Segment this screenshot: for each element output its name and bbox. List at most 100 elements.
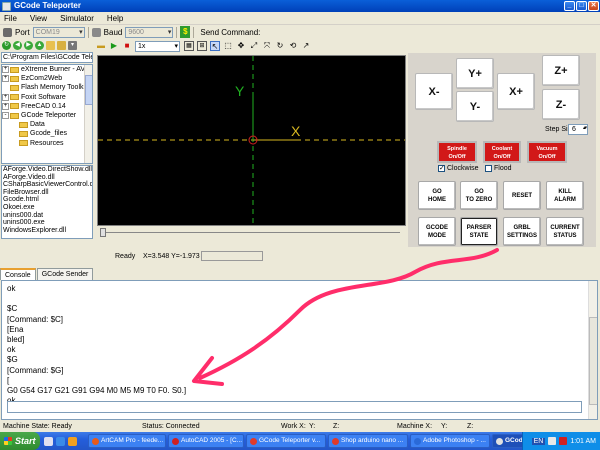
file-list-item[interactable]: FileBrowser.dll bbox=[2, 189, 92, 197]
zoom-extents-icon[interactable]: ⟲ bbox=[288, 41, 298, 51]
jog-y-plus-button[interactable]: Y+ bbox=[456, 58, 494, 89]
checkbox-empty-icon[interactable] bbox=[485, 165, 492, 172]
path-field[interactable]: C:\Program Files\GCode Tele bbox=[1, 52, 93, 63]
slider-knob[interactable] bbox=[100, 228, 106, 237]
tab-console[interactable]: Console bbox=[0, 268, 36, 280]
kill-alarm-button[interactable]: KILL ALARM bbox=[546, 181, 584, 210]
tab-gcode-sender[interactable]: GCode Sender bbox=[36, 268, 94, 280]
media-icon[interactable] bbox=[68, 436, 77, 446]
current-status-button[interactable]: CURRENT STATUS bbox=[546, 217, 584, 246]
expand-icon[interactable]: + bbox=[2, 66, 9, 74]
taskbar-app-button[interactable]: GCode Teleporter v... bbox=[246, 434, 326, 448]
jog-z-minus-button[interactable]: Z- bbox=[542, 89, 580, 120]
tree-item[interactable]: + Foxit Software bbox=[2, 93, 92, 102]
close-button[interactable]: ✕ bbox=[588, 1, 599, 11]
pan-icon[interactable]: ✥ bbox=[236, 41, 246, 51]
plug-icon[interactable] bbox=[3, 27, 12, 37]
tree-item[interactable]: Flash Memory Toolkit bbox=[2, 83, 92, 92]
tree-item[interactable]: Data bbox=[2, 120, 92, 129]
expand-icon[interactable] bbox=[11, 139, 18, 147]
file-list-item[interactable]: Okoei.exe bbox=[2, 204, 92, 212]
file-list-item[interactable]: WindowsExplorer.dll bbox=[2, 227, 92, 235]
tray-network-icon[interactable] bbox=[548, 437, 557, 445]
menu-simulator[interactable]: Simulator bbox=[60, 14, 94, 23]
play-icon[interactable]: ▶ bbox=[109, 41, 119, 51]
step-size-input[interactable]: 6 bbox=[568, 124, 588, 135]
console-scroll-thumb[interactable] bbox=[589, 317, 597, 405]
menu-view[interactable]: View bbox=[30, 14, 47, 23]
clockwise-checkbox[interactable]: ✓ Clockwise bbox=[438, 165, 479, 172]
tree-item[interactable]: - GCode Teleporter bbox=[2, 111, 92, 120]
rotate-icon[interactable]: ↻ bbox=[275, 41, 285, 51]
jog-y-minus-button[interactable]: Y- bbox=[456, 91, 494, 122]
minimize-button[interactable]: _ bbox=[564, 1, 575, 11]
menu-help[interactable]: Help bbox=[107, 14, 123, 23]
parser-state-button[interactable]: PARSER STATE bbox=[460, 217, 498, 246]
console-scrollbar[interactable] bbox=[588, 281, 597, 419]
tree-item[interactable]: + eXtreme Burner - AVR bbox=[2, 65, 92, 74]
expand-icon[interactable]: + bbox=[2, 93, 9, 101]
tray-security-icon[interactable] bbox=[559, 437, 568, 445]
grid-icon[interactable]: ⊞ bbox=[197, 41, 207, 51]
stop-icon[interactable]: ■ bbox=[122, 41, 132, 51]
console-input[interactable] bbox=[7, 401, 582, 413]
timeline-slider[interactable] bbox=[97, 227, 406, 238]
taskbar-app-button[interactable]: AutoCAD 2005 - [C... bbox=[168, 434, 244, 448]
tree-scroll-thumb[interactable] bbox=[85, 75, 92, 105]
expand-icon[interactable] bbox=[2, 84, 9, 92]
go-to-zero-button[interactable]: GO TO ZERO bbox=[460, 181, 498, 210]
collapse-icon[interactable]: - bbox=[2, 112, 9, 120]
file-list-item[interactable]: unins000.dat bbox=[2, 212, 92, 220]
zoom-window-icon[interactable]: ⤧ bbox=[262, 41, 272, 51]
file-list-item[interactable]: Gcode.html bbox=[2, 196, 92, 204]
flood-checkbox[interactable]: Flood bbox=[485, 165, 512, 172]
dollar-command-icon[interactable]: $ bbox=[180, 26, 191, 38]
file-list-item[interactable]: unins000.exe bbox=[2, 219, 92, 227]
expand-icon[interactable] bbox=[11, 121, 18, 129]
jog-x-minus-button[interactable]: X- bbox=[415, 73, 453, 110]
tree-scrollbar[interactable] bbox=[84, 65, 92, 163]
start-button[interactable]: Start bbox=[0, 432, 40, 450]
show-desktop-icon[interactable] bbox=[44, 436, 53, 446]
tree-item[interactable]: Gcode_files bbox=[2, 129, 92, 138]
grbl-settings-button[interactable]: GRBL SETTINGS bbox=[503, 217, 541, 246]
measure-icon[interactable]: ↗ bbox=[301, 41, 311, 51]
expand-icon[interactable]: + bbox=[2, 102, 9, 110]
jog-x-plus-button[interactable]: X+ bbox=[497, 73, 535, 110]
zoom-fit-icon[interactable]: ⤢ bbox=[249, 41, 259, 51]
go-home-button[interactable]: GO HOME bbox=[418, 181, 456, 210]
file-list-item[interactable]: CSharpBasicViewerControl.dll bbox=[2, 181, 92, 189]
view-options-icon[interactable]: ▦ bbox=[184, 41, 194, 51]
tree-item[interactable]: + EzCom2Web bbox=[2, 74, 92, 83]
checkbox-checked-icon[interactable]: ✓ bbox=[438, 165, 445, 172]
port-select[interactable]: COM19 bbox=[32, 26, 85, 38]
expand-icon[interactable] bbox=[11, 130, 18, 138]
file-list-item[interactable]: AForge.Video.dll bbox=[2, 174, 92, 182]
gcode-viewer-canvas[interactable]: X Y bbox=[97, 55, 406, 226]
jog-z-plus-button[interactable]: Z+ bbox=[542, 55, 580, 86]
taskbar-app-button[interactable]: Shop arduino nano ... bbox=[328, 434, 408, 448]
language-indicator[interactable]: EN bbox=[531, 437, 546, 445]
gcode-mode-button[interactable]: GCODE MODE bbox=[418, 217, 456, 246]
vacuum-toggle-button[interactable]: Vacuum On/Off bbox=[527, 141, 567, 163]
back-icon[interactable]: ◀ bbox=[13, 40, 22, 50]
browser-icon[interactable] bbox=[56, 436, 65, 446]
forward-icon[interactable]: ▶ bbox=[24, 40, 33, 50]
tree-item[interactable]: + FreeCAD 0.14 bbox=[2, 102, 92, 111]
new-folder-icon[interactable] bbox=[57, 40, 66, 50]
file-list-item[interactable]: AForge.Video.DirectShow.dll bbox=[2, 166, 92, 174]
taskbar-app-button[interactable]: Adobe Photoshop - ... bbox=[410, 434, 490, 448]
tree-item[interactable]: Resources bbox=[2, 139, 92, 148]
pointer-icon[interactable]: ↖ bbox=[210, 41, 220, 51]
select-box-icon[interactable]: ⬚ bbox=[223, 41, 233, 51]
expand-icon[interactable]: + bbox=[2, 75, 9, 83]
up-icon[interactable]: ▲ bbox=[35, 40, 44, 50]
spindle-toggle-button[interactable]: Spindle On/Off bbox=[437, 141, 477, 163]
open-file-icon[interactable]: ▬ bbox=[96, 41, 106, 51]
menu-file[interactable]: File bbox=[4, 14, 17, 23]
baud-select[interactable]: 9600 bbox=[125, 26, 174, 38]
refresh-icon[interactable]: ↻ bbox=[2, 40, 11, 50]
reset-button[interactable]: RESET bbox=[503, 181, 541, 210]
maximize-button[interactable]: □ bbox=[576, 1, 587, 11]
taskbar-app-button[interactable]: ArtCAM Pro - feede... bbox=[88, 434, 166, 448]
